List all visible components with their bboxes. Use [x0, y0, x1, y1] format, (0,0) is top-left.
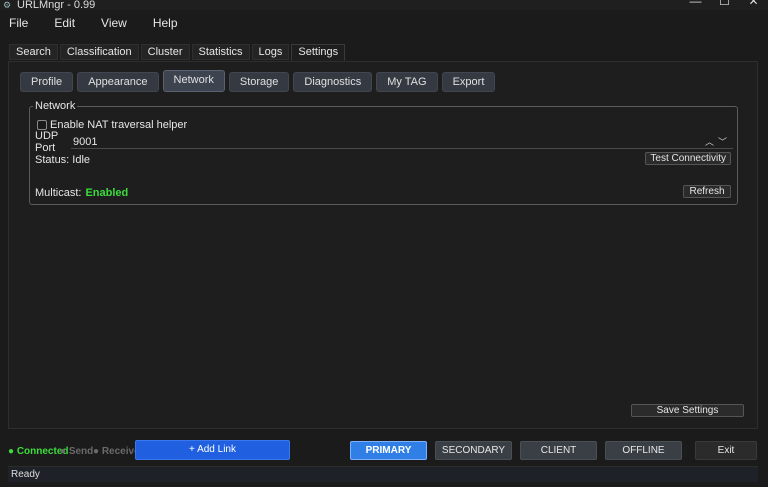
multicast-value: Enabled — [85, 187, 129, 199]
mode-primary-button[interactable]: PRIMARY — [350, 441, 427, 460]
maximize-icon[interactable]: ☐ — [710, 0, 739, 8]
network-groupbox: Network Enable NAT traversal helper UDP … — [29, 100, 738, 205]
udp-port-input[interactable] — [71, 135, 733, 149]
title-bar: ⚙ URLMngr - 0.99 — ☐ ✕ — [0, 0, 768, 11]
window-controls: — ☐ ✕ — [681, 0, 768, 8]
exit-button[interactable]: Exit — [695, 441, 757, 460]
receive-indicator: ● Receive — [93, 446, 140, 457]
subtab-export[interactable]: Export — [441, 72, 496, 92]
network-status: Status: Idle — [35, 154, 91, 166]
subtab-network[interactable]: Network — [162, 70, 225, 92]
menu-bar: File Edit View Help — [0, 14, 195, 32]
tab-search[interactable]: Search — [9, 44, 58, 60]
tab-classification[interactable]: Classification — [59, 44, 139, 60]
settings-sub-tab-bar: Profile Appearance Network Storage Diagn… — [20, 70, 499, 92]
multicast-row: Multicast: Enabled — [35, 187, 128, 199]
tab-logs[interactable]: Logs — [251, 44, 290, 60]
add-link-button[interactable]: + Add Link — [135, 440, 290, 460]
network-group-title: Network — [33, 100, 78, 112]
udp-port-row: UDP Port ︿ ﹀ — [35, 130, 733, 154]
tab-statistics[interactable]: Statistics — [191, 44, 250, 60]
send-indicator: ● Send — [60, 446, 94, 457]
mode-secondary-button[interactable]: SECONDARY — [435, 441, 512, 460]
minimize-icon[interactable]: — — [681, 0, 710, 8]
save-settings-button[interactable]: Save Settings — [631, 404, 744, 417]
status-bar: Ready — [8, 466, 758, 482]
menu-view[interactable]: View — [92, 14, 136, 32]
status-text: Ready — [11, 469, 40, 480]
multicast-label: Multicast: — [35, 187, 82, 199]
refresh-button[interactable]: Refresh — [683, 185, 731, 198]
udp-port-label: UDP Port — [35, 130, 59, 154]
close-icon[interactable]: ✕ — [739, 0, 768, 8]
app-icon: ⚙ — [3, 0, 12, 10]
subtab-my-tag[interactable]: My TAG — [376, 72, 438, 92]
tab-cluster[interactable]: Cluster — [140, 44, 190, 60]
menu-edit[interactable]: Edit — [45, 14, 84, 32]
tab-settings[interactable]: Settings — [291, 44, 346, 61]
subtab-appearance[interactable]: Appearance — [77, 72, 159, 92]
mode-offline-button[interactable]: OFFLINE — [605, 441, 682, 460]
test-connectivity-button[interactable]: Test Connectivity — [645, 152, 731, 165]
chevron-down-icon[interactable]: ﹀ — [718, 135, 727, 148]
chevron-up-icon[interactable]: ︿ — [705, 135, 714, 148]
bottom-action-bar: ● Connected ● Send ● Receive + Add Link … — [0, 440, 768, 462]
menu-file[interactable]: File — [0, 14, 37, 32]
subtab-diagnostics[interactable]: Diagnostics — [293, 72, 373, 92]
window-title: URLMngr - 0.99 — [17, 0, 96, 11]
settings-panel: Profile Appearance Network Storage Diagn… — [8, 61, 758, 429]
nat-traversal-checkbox[interactable] — [37, 120, 47, 130]
subtab-storage[interactable]: Storage — [228, 72, 290, 92]
main-tab-bar: Search Classification Cluster Statistics… — [9, 44, 347, 61]
mode-client-button[interactable]: CLIENT — [520, 441, 597, 460]
udp-port-stepper[interactable]: ︿ ﹀ — [701, 135, 727, 148]
menu-help[interactable]: Help — [144, 14, 187, 32]
subtab-profile[interactable]: Profile — [20, 72, 74, 92]
